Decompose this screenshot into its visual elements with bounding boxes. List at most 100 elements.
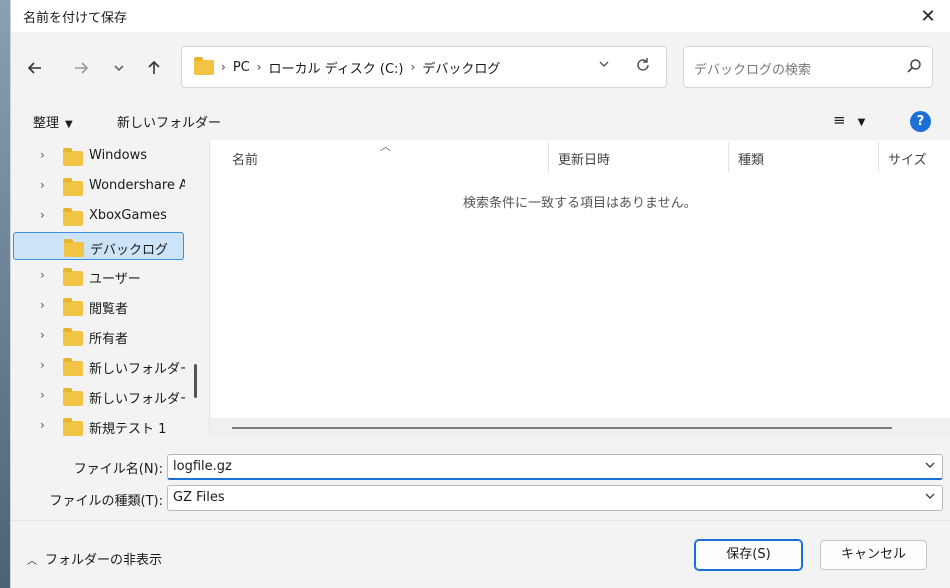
view-options-button[interactable]: ≡ ▼ <box>833 111 865 129</box>
address-dropdown-icon[interactable] <box>598 58 610 73</box>
back-button[interactable] <box>21 54 49 82</box>
up-button[interactable] <box>140 54 168 82</box>
nav-item-windows[interactable]: › Windows <box>11 142 201 170</box>
column-divider[interactable] <box>548 142 549 172</box>
filename-field[interactable]: logfile.gz <box>167 454 943 480</box>
search-input[interactable]: デバックログの検索 <box>694 59 811 78</box>
nav-item-new-folder-2[interactable]: › 新しいフォルダー <box>11 382 201 410</box>
folder-icon <box>63 328 83 346</box>
expand-chevron-icon[interactable]: › <box>40 178 45 192</box>
breadcrumb-pc[interactable]: PC <box>233 60 250 75</box>
nav-item-debug-log[interactable]: デバックログ <box>13 232 184 260</box>
column-divider[interactable] <box>878 142 879 172</box>
column-header-type[interactable]: 種類 <box>738 140 764 172</box>
nav-item-label: 閲覧者 <box>89 302 129 317</box>
filename-label: ファイル名(N): <box>73 462 163 477</box>
nav-item-label: 新しいフォルダー <box>89 362 185 377</box>
navigation-pane[interactable]: › Windows › Wondershare A › XboxGames デバ… <box>11 140 209 438</box>
close-icon: ✕ <box>920 5 936 27</box>
dialog-title: 名前を付けて保存 <box>23 11 128 26</box>
scrollbar-thumb[interactable] <box>232 427 892 429</box>
nav-item-users[interactable]: › ユーザー <box>11 262 201 290</box>
nav-item-new-test-1[interactable]: › 新規テスト 1 <box>11 412 201 438</box>
chevron-down-icon[interactable] <box>924 459 936 474</box>
caret-down-icon: ▼ <box>857 117 866 128</box>
search-box[interactable]: デバックログの検索 <box>683 46 933 88</box>
folder-icon <box>63 148 83 166</box>
empty-results-message: 検索条件に一致する項目はありません。 <box>463 196 697 211</box>
arrow-right-icon <box>75 62 89 74</box>
folder-icon <box>63 298 83 316</box>
arrow-left-icon <box>27 62 41 74</box>
column-header-size[interactable]: サイズ <box>888 140 927 172</box>
expand-chevron-icon[interactable]: › <box>40 268 45 282</box>
nav-item-label: ユーザー <box>89 272 141 287</box>
hide-folders-toggle[interactable]: ︿ フォルダーの非表示 <box>27 549 162 568</box>
column-header-modified[interactable]: 更新日時 <box>558 140 610 172</box>
nav-item-viewers[interactable]: › 閲覧者 <box>11 292 201 320</box>
filetype-value: GZ Files <box>173 490 225 505</box>
chevron-up-icon: ︿ <box>27 556 37 567</box>
folder-icon <box>64 239 84 257</box>
sort-ascending-icon: ︿ <box>380 140 391 153</box>
breadcrumb-separator: › <box>221 60 226 74</box>
expand-chevron-icon[interactable]: › <box>40 358 45 372</box>
save-button[interactable]: 保存(S) <box>694 539 803 571</box>
nav-item-label: 新しいフォルダー <box>89 392 185 407</box>
nav-item-owners[interactable]: › 所有者 <box>11 322 201 350</box>
filename-value[interactable]: logfile.gz <box>173 459 232 474</box>
expand-chevron-icon[interactable]: › <box>40 418 45 432</box>
forward-button[interactable] <box>67 54 95 82</box>
folder-icon <box>63 208 83 226</box>
chevron-down-icon[interactable] <box>924 490 936 505</box>
nav-item-label: 新規テスト 1 <box>89 422 167 437</box>
save-form: ファイル名(N): logfile.gz ファイルの種類(T): GZ File… <box>11 438 950 520</box>
nav-item-label: Wondershare A <box>89 178 185 193</box>
folder-icon <box>63 178 83 196</box>
address-bar[interactable]: › PC › ローカル ディスク (C:) › デバックログ <box>181 46 667 88</box>
help-icon[interactable]: ? <box>910 111 931 132</box>
close-button[interactable]: ✕ <box>905 0 950 32</box>
breadcrumb-current-folder[interactable]: デバックログ <box>422 58 500 77</box>
nav-item-label: 所有者 <box>89 332 129 347</box>
horizontal-scrollbar[interactable] <box>210 418 950 438</box>
column-divider[interactable] <box>728 142 729 172</box>
nav-item-label: Windows <box>89 148 148 163</box>
nav-item-wondershare[interactable]: › Wondershare A <box>11 172 201 200</box>
filetype-select[interactable]: GZ Files <box>167 485 943 511</box>
new-folder-button[interactable]: 新しいフォルダー <box>117 112 221 131</box>
folder-icon <box>63 388 83 406</box>
expand-chevron-icon[interactable]: › <box>40 388 45 402</box>
list-view-icon: ≡ <box>833 111 846 129</box>
expand-chevron-icon[interactable]: › <box>40 208 45 222</box>
breadcrumb-separator: › <box>256 60 262 74</box>
dialog-footer: ︿ フォルダーの非表示 保存(S) キャンセル <box>11 520 950 588</box>
recent-locations-button[interactable] <box>105 54 133 82</box>
refresh-icon[interactable] <box>634 56 652 78</box>
search-icon[interactable] <box>906 58 922 74</box>
folder-icon <box>63 268 83 286</box>
organize-menu-button[interactable]: 整理 ▼ <box>33 112 73 131</box>
nav-item-xboxgames[interactable]: › XboxGames <box>11 202 201 230</box>
breadcrumb-separator: › <box>410 60 416 74</box>
expand-chevron-icon[interactable]: › <box>40 328 45 342</box>
breadcrumb-local-disk[interactable]: ローカル ディスク (C:) <box>269 58 404 77</box>
arrow-up-icon <box>148 60 160 74</box>
caret-down-icon: ▼ <box>65 119 73 130</box>
hide-folders-label: フォルダーの非表示 <box>45 553 163 568</box>
file-list[interactable]: ︿ 名前 更新日時 種類 サイズ 検索条件に一致する項目はありません。 <box>209 140 950 438</box>
nav-item-new-folder-1[interactable]: › 新しいフォルダー <box>11 352 201 380</box>
filetype-label: ファイルの種類(T): <box>49 494 163 509</box>
save-as-dialog: 名前を付けて保存 ✕ › PC › ローカル ディスク (C:) › デバックロ… <box>10 0 950 588</box>
nav-pane-scrollbar[interactable] <box>194 364 197 398</box>
column-header-name[interactable]: 名前 <box>232 140 258 172</box>
cancel-button[interactable]: キャンセル <box>820 540 927 570</box>
title-bar: 名前を付けて保存 ✕ <box>11 0 950 32</box>
expand-chevron-icon[interactable]: › <box>40 298 45 312</box>
chevron-down-icon <box>114 65 124 72</box>
expand-chevron-icon[interactable]: › <box>40 148 45 162</box>
organize-label: 整理 <box>33 116 60 131</box>
nav-item-label: XboxGames <box>89 208 167 223</box>
folder-icon <box>63 358 83 376</box>
nav-item-label: デバックログ <box>90 243 169 258</box>
